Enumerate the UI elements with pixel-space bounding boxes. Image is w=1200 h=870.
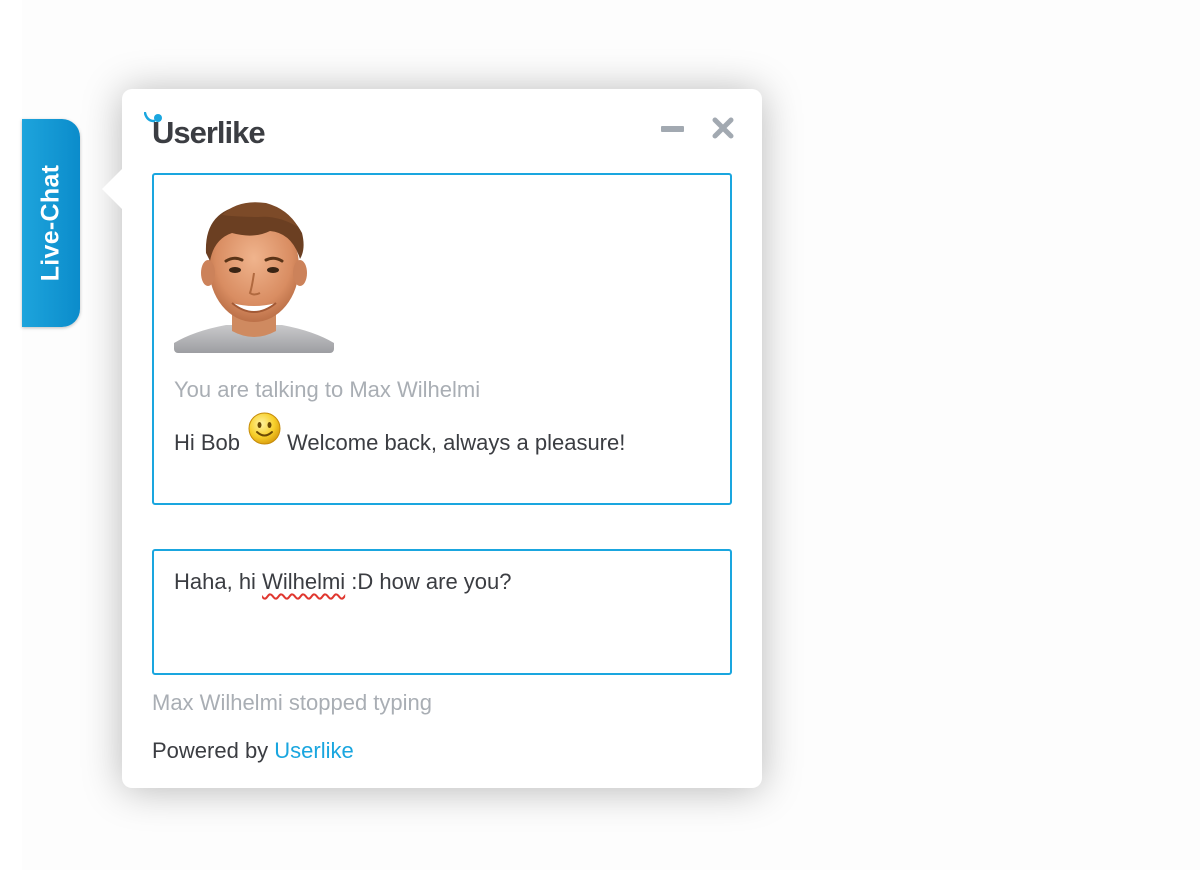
message-input-value: Haha, hi Wilhelmi :D how are you? <box>174 569 512 595</box>
chat-history: You are talking to Max Wilhelmi Hi Bob W… <box>152 173 732 505</box>
minimize-icon <box>661 126 684 132</box>
message-text-start: Hi Bob <box>174 430 241 455</box>
logo-text: Userlike <box>152 115 266 150</box>
talking-to-label: You are talking to Max Wilhelmi <box>174 377 481 402</box>
close-button[interactable] <box>710 115 736 141</box>
userlike-link[interactable]: Userlike <box>274 738 353 763</box>
typing-status: Max Wilhelmi stopped typing <box>152 690 433 715</box>
panel-pointer <box>102 169 122 209</box>
smiley-icon <box>248 412 281 445</box>
operator-avatar <box>174 193 334 353</box>
close-icon <box>712 117 734 139</box>
message-input[interactable]: Haha, hi Wilhelmi :D how are you? <box>152 549 732 675</box>
operator-photo <box>174 193 334 353</box>
input-text-end: :D how are you? <box>345 569 512 594</box>
powered-by-prefix: Powered by <box>152 738 275 763</box>
operator-message: Hi Bob Welcome back, always a pleasure! <box>174 412 626 455</box>
minimize-button[interactable] <box>660 117 686 141</box>
live-chat-tab[interactable]: Live-Chat <box>22 119 80 327</box>
chat-panel: Userlike You are talking to Max Wilhelmi… <box>102 89 762 788</box>
input-text-start: Haha, hi <box>174 569 263 594</box>
misspelled-word: Wilhelmi <box>262 569 346 594</box>
message-text-end: Welcome back, always a pleasure! <box>287 430 626 455</box>
powered-by: Powered by Userlike <box>152 738 354 764</box>
live-chat-tab-label: Live-Chat <box>36 164 65 282</box>
